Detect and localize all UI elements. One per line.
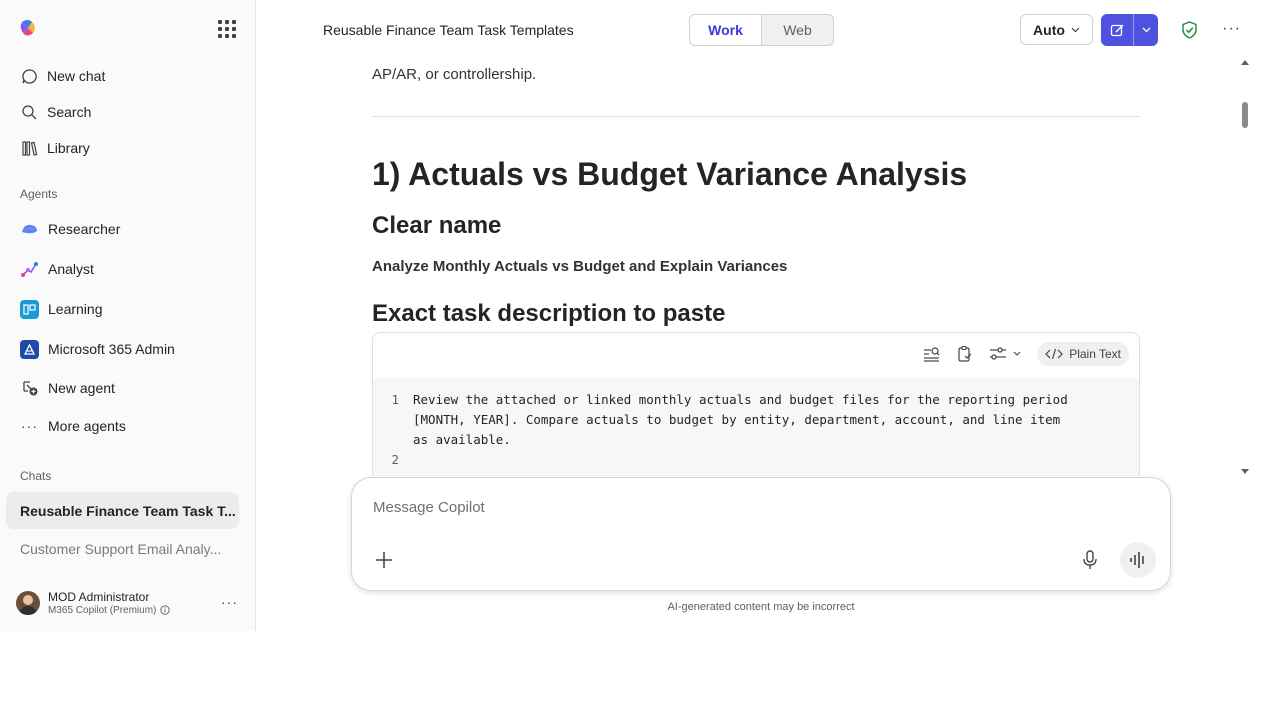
task-description-heading: Exact task description to paste [372,300,726,327]
learning-icon [20,299,39,319]
agent-m365-admin[interactable]: Microsoft 365 Admin [20,338,175,360]
copilot-logo-icon[interactable] [18,18,38,38]
section-heading: 1) Actuals vs Budget Variance Analysis [372,156,968,192]
nav-new-chat[interactable]: New chat [20,65,105,87]
scroll-up-arrow-icon[interactable] [1241,60,1249,65]
new-compose-split-button [1101,14,1158,46]
model-auto-label: Auto [1033,21,1065,38]
agent-learning-label: Learning [48,301,103,317]
search-icon [20,103,38,121]
add-attachment-icon[interactable] [374,550,394,570]
analyst-icon [20,260,39,279]
code-content[interactable]: 1 Review the attached or linked monthly … [373,378,1139,476]
code-line-text: Review the attached or linked monthly ac… [413,392,1068,447]
message-composer[interactable]: Message Copilot [351,477,1171,591]
agent-researcher[interactable]: Researcher [20,218,120,240]
model-auto-dropdown[interactable]: Auto [1020,14,1093,45]
voice-waveform-icon [1130,552,1144,568]
shield-icon[interactable] [1181,21,1198,39]
admin-icon [20,339,39,359]
line-number: 2 [391,452,399,467]
clear-name-value: Analyze Monthly Actuals vs Budget and Ex… [372,258,788,275]
chat-item-label: Reusable Finance Team Task T... [20,502,236,519]
voice-mode-button[interactable] [1120,542,1156,578]
agent-new[interactable]: New agent [20,377,115,399]
agent-analyst[interactable]: Analyst [20,258,94,280]
scroll-down-arrow-icon[interactable] [1241,469,1249,474]
library-icon [20,139,38,157]
agent-learning[interactable]: Learning [20,298,103,320]
ai-disclaimer: AI-generated content may be incorrect [667,601,855,613]
intro-paragraph: AP/AR, or controllership. [372,66,537,83]
nav-library[interactable]: Library [20,137,90,159]
app-launcher-icon[interactable] [218,20,236,38]
agent-analyst-label: Analyst [48,261,94,277]
code-line: 1 Review the attached or linked monthly … [373,390,1139,450]
code-format-badge[interactable]: Plain Text [1037,342,1129,366]
nav-search[interactable]: Search [20,101,91,123]
work-web-toggle: Work Web [689,14,834,46]
agent-researcher-label: Researcher [48,221,121,237]
preview-icon[interactable] [921,344,941,364]
chevron-down-icon [1142,27,1150,33]
chats-section-label: Chats [20,469,52,483]
tab-work[interactable]: Work [690,15,762,45]
copy-icon[interactable] [955,344,975,364]
scroll-thumb[interactable] [1242,102,1248,128]
message-input[interactable]: Message Copilot [373,499,485,516]
settings-sliders-icon[interactable] [989,344,1023,364]
nav-search-label: Search [47,104,92,120]
researcher-icon [20,220,39,239]
new-agent-icon [20,379,39,398]
conversation-title: Reusable Finance Team Task Templates [323,22,574,38]
code-toolbar: Plain Text [921,341,1139,367]
agent-m365-admin-label: Microsoft 365 Admin [48,341,175,357]
code-block: Plain Text 1 Review the attached or link… [372,332,1140,476]
chat-item-label: Customer Support Email Analy... [20,540,222,557]
agent-new-label: New agent [48,380,115,396]
code-icon [1045,348,1064,360]
code-line: 2 [373,450,1139,470]
agents-section-label: Agents [20,187,58,201]
nav-library-label: Library [47,140,90,156]
response-content: AP/AR, or controllership. 1) Actuals vs … [372,60,1142,476]
clear-name-heading: Clear name [372,212,502,239]
compose-icon [1110,24,1123,36]
tab-web[interactable]: Web [762,15,833,45]
more-options-icon[interactable]: ··· [1222,20,1241,38]
compose-button[interactable] [1101,14,1134,46]
code-format-label: Plain Text [1069,347,1121,361]
nav-new-chat-label: New chat [47,68,106,84]
copilot-app: New chat Search Library Agents Researche… [0,0,1280,631]
divider [372,116,1140,117]
sidebar: New chat Search Library Agents Researche… [0,0,256,631]
line-number: 1 [391,392,399,407]
microphone-icon[interactable] [1082,550,1098,570]
chevron-down-icon [1071,27,1080,32]
more-icon: ··· [21,418,38,434]
agent-more[interactable]: ··· More agents [20,415,126,437]
chat-item[interactable]: Customer Support Email Analy... [6,530,239,567]
agent-more-label: More agents [48,418,126,434]
chat-item-active[interactable]: Reusable Finance Team Task T... [6,492,239,529]
content-scrollbar[interactable] [1240,60,1250,476]
compose-dropdown-button[interactable] [1134,14,1158,46]
new-chat-icon [20,67,38,85]
